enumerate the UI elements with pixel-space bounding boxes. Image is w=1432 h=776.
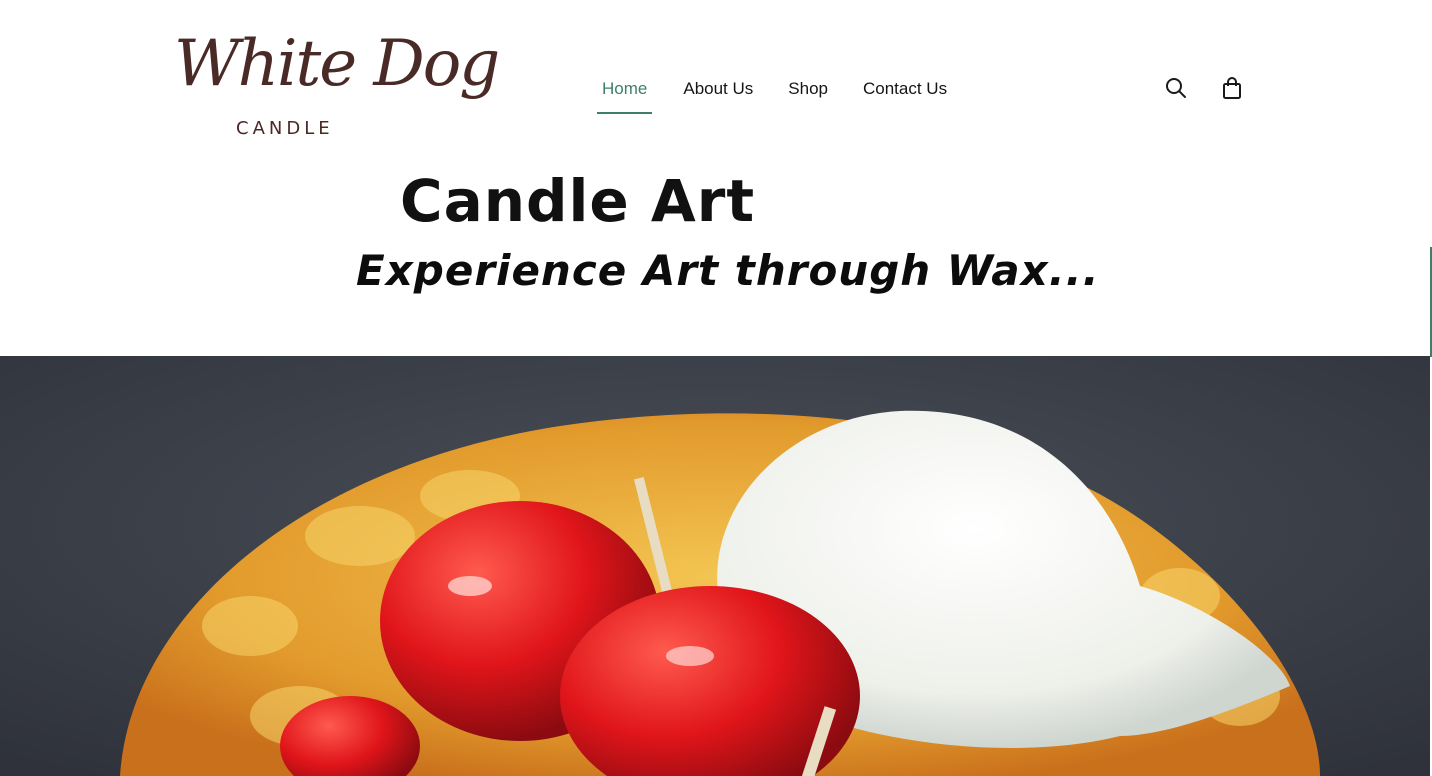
search-icon[interactable]	[1164, 76, 1188, 100]
page-title: Candle Art	[400, 167, 756, 235]
nav-shop[interactable]: Shop	[788, 78, 828, 114]
nav-contact-us[interactable]: Contact Us	[863, 78, 947, 114]
page-subtitle: Experience Art through Wax...	[356, 246, 1100, 295]
nav-about-us[interactable]: About Us	[683, 78, 753, 114]
shopping-bag-icon[interactable]	[1220, 76, 1244, 100]
brand-logo[interactable]: White Dog CANDLE	[174, 22, 500, 154]
logo-subtitle-text: CANDLE	[236, 118, 334, 139]
hero-image	[0, 356, 1430, 776]
main-nav: Home About Us Shop Contact Us	[597, 78, 947, 114]
site-header: White Dog CANDLE Home About Us Shop Cont…	[0, 0, 1432, 160]
nav-home[interactable]: Home	[597, 78, 653, 114]
logo-script-text: White Dog	[174, 27, 500, 101]
